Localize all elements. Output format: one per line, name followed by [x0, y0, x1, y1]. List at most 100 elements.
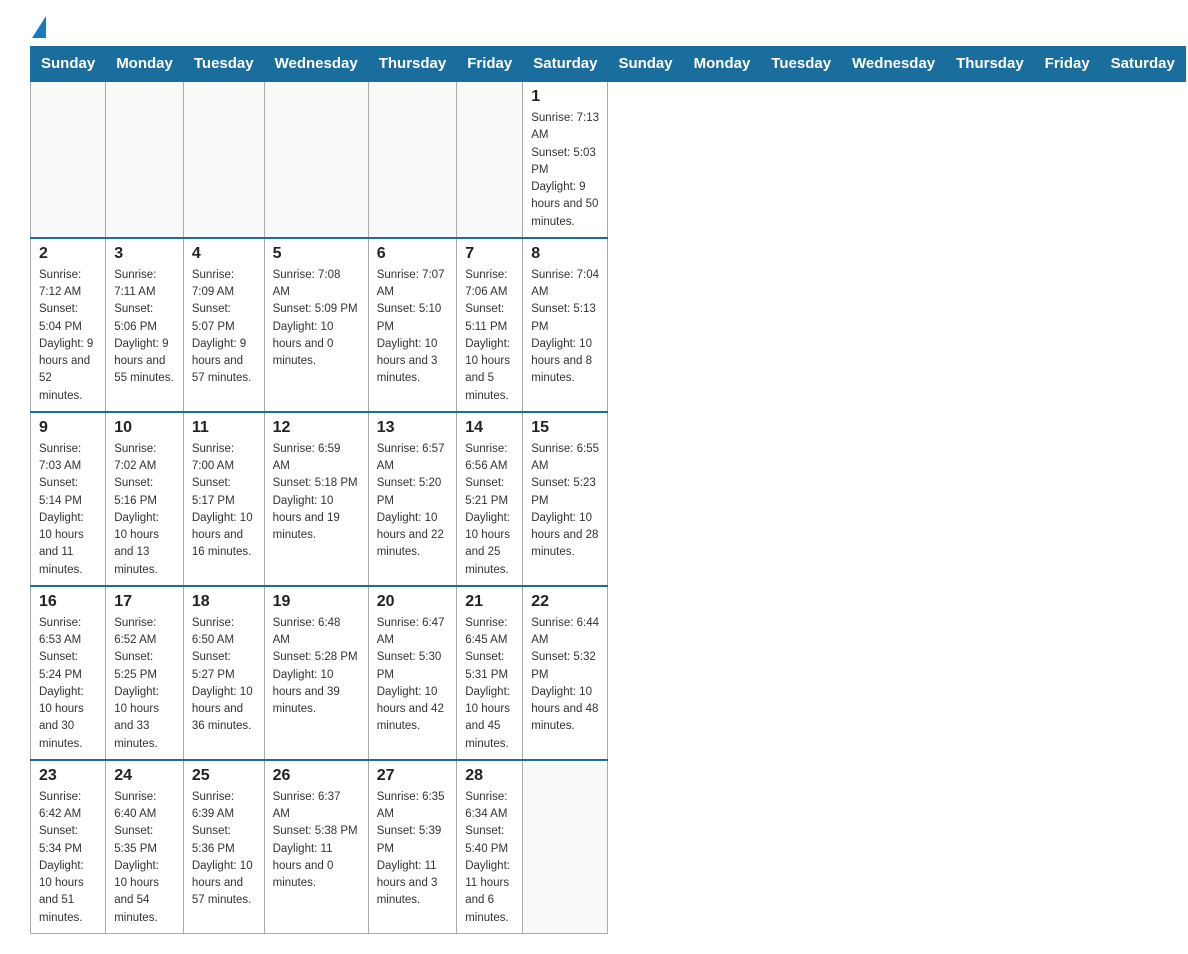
calendar-cell: 16Sunrise: 6:53 AM Sunset: 5:24 PM Dayli… [31, 586, 106, 760]
column-header-friday: Friday [457, 47, 523, 82]
day-info: Sunrise: 6:40 AM Sunset: 5:35 PM Dayligh… [114, 789, 175, 927]
calendar-cell [31, 81, 106, 238]
calendar-cell: 22 Sunrise: 6:44 AM Sunset: 5:32 PM Dayli… [523, 586, 608, 760]
day-number: 23 [39, 767, 97, 785]
calendar-cell: 12 Sunrise: 6:59 AM Sunset: 5:18 PM Dayli… [264, 412, 368, 586]
day-info: Sunrise: 7:08 AM Sunset: 5:09 PM Dayligh… [273, 267, 360, 371]
calendar-week-3: 9 Sunrise: 7:03 AM Sunset: 5:14 PM Daylig… [31, 412, 1186, 586]
day-number: 11 [192, 419, 256, 437]
day-info: Sunrise: 7:13 AM Sunset: 5:03 PM Dayligh… [531, 110, 599, 231]
day-info: Sunrise: 6:48 AM Sunset: 5:28 PM Dayligh… [273, 615, 360, 719]
calendar-cell [183, 81, 264, 238]
day-number: 10 [114, 419, 175, 437]
day-number: 9 [39, 419, 97, 437]
column-header-monday: Monday [683, 47, 761, 82]
calendar-cell: 8Sunrise: 7:04 AM Sunset: 5:13 PM Daylig… [523, 238, 608, 412]
column-header-tuesday: Tuesday [183, 47, 264, 82]
day-number: 2 [39, 245, 97, 263]
page-header [30, 20, 1158, 36]
day-number: 6 [377, 245, 449, 263]
calendar-header-row: SundayMondayTuesdayWednesdayThursdayFrid… [31, 47, 1186, 82]
calendar-cell: 11 Sunrise: 7:00 AM Sunset: 5:17 PM Dayli… [183, 412, 264, 586]
calendar-cell: 10 Sunrise: 7:02 AM Sunset: 5:16 PM Dayli… [106, 412, 184, 586]
day-number: 3 [114, 245, 175, 263]
day-info: Sunrise: 6:34 AM Sunset: 5:40 PM Dayligh… [465, 789, 514, 927]
day-info: Sunrise: 7:03 AM Sunset: 5:14 PM Dayligh… [39, 441, 97, 579]
column-header-saturday: Saturday [523, 47, 608, 82]
calendar-cell: 2 Sunrise: 7:12 AM Sunset: 5:04 PM Daylig… [31, 238, 106, 412]
calendar-cell [368, 81, 457, 238]
column-header-wednesday: Wednesday [842, 47, 946, 82]
day-number: 15 [531, 419, 599, 437]
day-info: Sunrise: 7:06 AM Sunset: 5:11 PM Dayligh… [465, 267, 514, 405]
day-number: 12 [273, 419, 360, 437]
column-header-tuesday: Tuesday [761, 47, 842, 82]
calendar-cell: 4 Sunrise: 7:09 AM Sunset: 5:07 PM Daylig… [183, 238, 264, 412]
calendar-cell [523, 760, 608, 934]
column-header-wednesday: Wednesday [264, 47, 368, 82]
day-info: Sunrise: 7:00 AM Sunset: 5:17 PM Dayligh… [192, 441, 256, 562]
day-info: Sunrise: 6:59 AM Sunset: 5:18 PM Dayligh… [273, 441, 360, 545]
day-number: 7 [465, 245, 514, 263]
calendar-cell: 23 Sunrise: 6:42 AM Sunset: 5:34 PM Dayli… [31, 760, 106, 934]
day-number: 13 [377, 419, 449, 437]
day-info: Sunrise: 6:53 AM Sunset: 5:24 PM Dayligh… [39, 615, 97, 753]
column-header-sunday: Sunday [608, 47, 683, 82]
day-info: Sunrise: 6:50 AM Sunset: 5:27 PM Dayligh… [192, 615, 256, 736]
calendar-cell: 7 Sunrise: 7:06 AM Sunset: 5:11 PM Daylig… [457, 238, 523, 412]
day-info: Sunrise: 7:02 AM Sunset: 5:16 PM Dayligh… [114, 441, 175, 579]
day-number: 21 [465, 593, 514, 611]
day-number: 17 [114, 593, 175, 611]
day-number: 8 [531, 245, 599, 263]
calendar-cell: 18 Sunrise: 6:50 AM Sunset: 5:27 PM Dayli… [183, 586, 264, 760]
day-number: 24 [114, 767, 175, 785]
day-info: Sunrise: 6:47 AM Sunset: 5:30 PM Dayligh… [377, 615, 449, 736]
calendar-table: SundayMondayTuesdayWednesdayThursdayFrid… [30, 46, 1186, 934]
day-info: Sunrise: 7:09 AM Sunset: 5:07 PM Dayligh… [192, 267, 256, 388]
calendar-cell: 13 Sunrise: 6:57 AM Sunset: 5:20 PM Dayli… [368, 412, 457, 586]
day-number: 27 [377, 767, 449, 785]
calendar-week-4: 16Sunrise: 6:53 AM Sunset: 5:24 PM Dayli… [31, 586, 1186, 760]
day-number: 22 [531, 593, 599, 611]
calendar-cell: 3 Sunrise: 7:11 AM Sunset: 5:06 PM Daylig… [106, 238, 184, 412]
calendar-cell: 5 Sunrise: 7:08 AM Sunset: 5:09 PM Daylig… [264, 238, 368, 412]
day-info: Sunrise: 7:11 AM Sunset: 5:06 PM Dayligh… [114, 267, 175, 388]
column-header-saturday: Saturday [1100, 47, 1185, 82]
day-number: 14 [465, 419, 514, 437]
day-info: Sunrise: 6:57 AM Sunset: 5:20 PM Dayligh… [377, 441, 449, 562]
calendar-week-5: 23 Sunrise: 6:42 AM Sunset: 5:34 PM Dayli… [31, 760, 1186, 934]
calendar-cell: 19 Sunrise: 6:48 AM Sunset: 5:28 PM Dayli… [264, 586, 368, 760]
day-info: Sunrise: 6:55 AM Sunset: 5:23 PM Dayligh… [531, 441, 599, 562]
calendar-cell [106, 81, 184, 238]
day-number: 19 [273, 593, 360, 611]
day-info: Sunrise: 6:37 AM Sunset: 5:38 PM Dayligh… [273, 789, 360, 893]
day-info: Sunrise: 6:52 AM Sunset: 5:25 PM Dayligh… [114, 615, 175, 753]
calendar-cell: 17 Sunrise: 6:52 AM Sunset: 5:25 PM Dayli… [106, 586, 184, 760]
calendar-cell: 26Sunrise: 6:37 AM Sunset: 5:38 PM Dayli… [264, 760, 368, 934]
logo-triangle-icon [32, 16, 46, 38]
day-info: Sunrise: 6:56 AM Sunset: 5:21 PM Dayligh… [465, 441, 514, 579]
day-info: Sunrise: 6:35 AM Sunset: 5:39 PM Dayligh… [377, 789, 449, 910]
day-number: 18 [192, 593, 256, 611]
calendar-cell: 15 Sunrise: 6:55 AM Sunset: 5:23 PM Dayli… [523, 412, 608, 586]
calendar-cell: 25 Sunrise: 6:39 AM Sunset: 5:36 PM Dayli… [183, 760, 264, 934]
day-number: 5 [273, 245, 360, 263]
logo [30, 20, 46, 36]
day-info: Sunrise: 7:12 AM Sunset: 5:04 PM Dayligh… [39, 267, 97, 405]
column-header-monday: Monday [106, 47, 184, 82]
column-header-friday: Friday [1034, 47, 1100, 82]
day-number: 20 [377, 593, 449, 611]
calendar-cell: 24 Sunrise: 6:40 AM Sunset: 5:35 PM Dayli… [106, 760, 184, 934]
day-info: Sunrise: 6:44 AM Sunset: 5:32 PM Dayligh… [531, 615, 599, 736]
calendar-cell: 6 Sunrise: 7:07 AM Sunset: 5:10 PM Daylig… [368, 238, 457, 412]
day-number: 25 [192, 767, 256, 785]
column-header-thursday: Thursday [368, 47, 457, 82]
calendar-week-2: 2 Sunrise: 7:12 AM Sunset: 5:04 PM Daylig… [31, 238, 1186, 412]
day-info: Sunrise: 6:39 AM Sunset: 5:36 PM Dayligh… [192, 789, 256, 910]
column-header-thursday: Thursday [946, 47, 1035, 82]
calendar-cell: 14 Sunrise: 6:56 AM Sunset: 5:21 PM Dayli… [457, 412, 523, 586]
day-number: 4 [192, 245, 256, 263]
day-info: Sunrise: 6:42 AM Sunset: 5:34 PM Dayligh… [39, 789, 97, 927]
day-info: Sunrise: 7:07 AM Sunset: 5:10 PM Dayligh… [377, 267, 449, 388]
calendar-cell: 1Sunrise: 7:13 AM Sunset: 5:03 PM Daylig… [523, 81, 608, 238]
